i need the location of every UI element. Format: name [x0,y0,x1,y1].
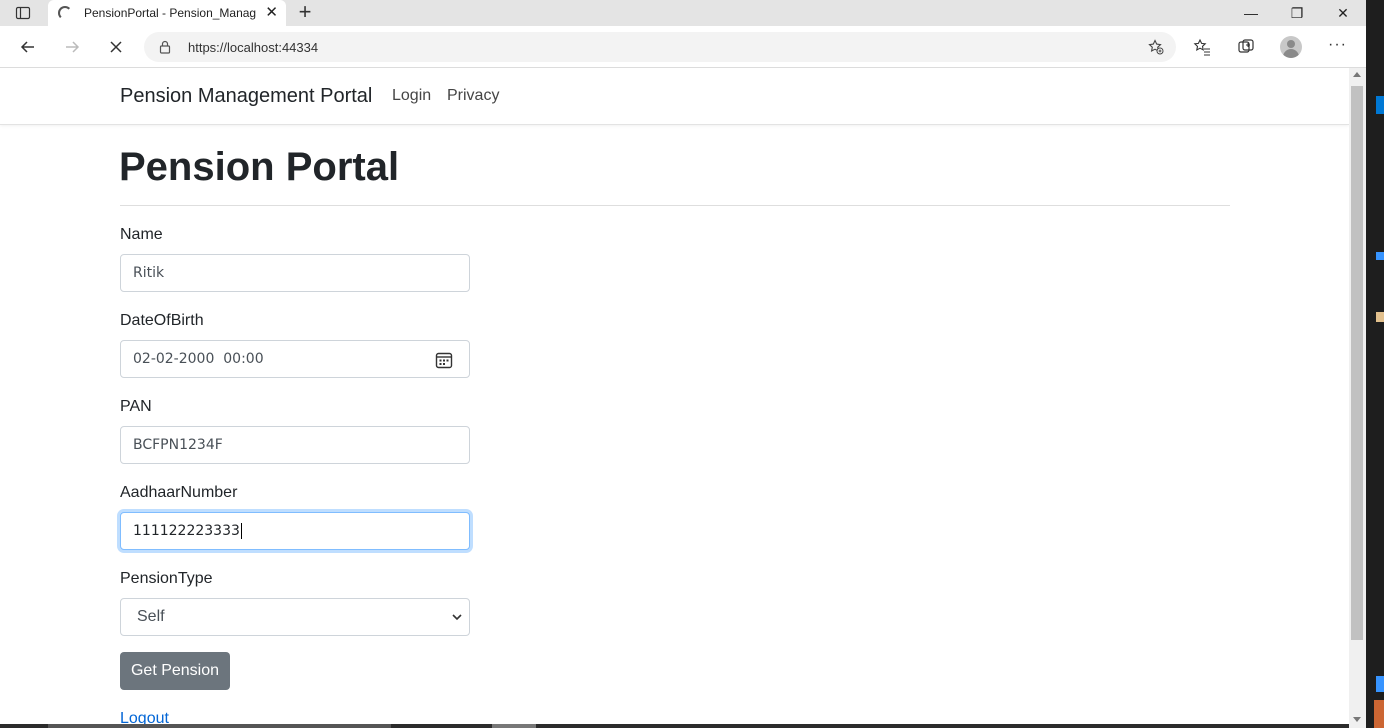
taskbar-item [48,724,391,728]
dob-label: DateOfBirth [120,312,204,329]
name-input-value: Ritik [133,265,165,281]
name-input[interactable]: Ritik [120,254,470,292]
name-label: Name [120,226,163,243]
stop-icon [110,41,122,53]
dob-input[interactable]: 02-02-2000 00:00 [120,340,470,378]
loading-spinner-icon [58,6,72,20]
restore-button[interactable]: ❐ [1274,0,1320,26]
strip-block [1376,96,1384,114]
nav-link-privacy[interactable]: Privacy [447,87,499,105]
profile-avatar[interactable] [1280,36,1302,58]
collections-icon[interactable] [1236,37,1256,57]
text-caret [240,523,242,539]
web-page: Pension Management Portal Login Privacy … [0,69,1349,728]
page-title: Pension Portal [119,145,400,189]
more-options-icon[interactable]: ··· [1328,36,1347,54]
forward-arrow-icon [66,41,80,53]
strip-block [1376,676,1384,692]
forward-button[interactable] [58,34,86,60]
back-arrow-icon [20,41,34,53]
browser-toolbar: https://localhost:44334 ··· [0,26,1366,68]
url-text[interactable]: https://localhost:44334 [188,40,318,55]
taskbar-item [492,724,536,728]
address-bar[interactable]: https://localhost:44334 [144,32,1176,62]
close-window-button[interactable]: ✕ [1320,0,1366,26]
site-navbar: Pension Management Portal Login Privacy [0,69,1349,125]
tab-title: PensionPortal - Pension_Management [84,6,256,20]
dob-input-value: 02-02-2000 00:00 [133,351,264,367]
nav-link-login[interactable]: Login [392,87,431,105]
calendar-icon[interactable] [435,351,453,369]
back-button[interactable] [14,34,42,60]
close-tab-icon[interactable]: ✕ [265,5,278,21]
scroll-down-icon[interactable] [1353,717,1361,722]
navbar-brand[interactable]: Pension Management Portal [120,85,372,108]
stop-loading-button[interactable] [102,34,130,60]
add-favorite-icon[interactable] [1148,39,1164,55]
page-scrollbar[interactable] [1349,68,1366,728]
pension-type-select[interactable]: Self [120,598,470,636]
browser-tab-bar: PensionPortal - Pension_Management ✕ + —… [0,0,1366,26]
strip-block [1376,252,1384,260]
pan-input-value: BCFPN1234F [133,437,223,453]
pension-type-label: PensionType [120,570,213,587]
aadhaar-label: AadhaarNumber [120,484,238,501]
favorites-icon[interactable] [1192,37,1212,57]
strip-block [1376,312,1384,322]
strip-block [1374,700,1384,728]
divider [120,205,1230,206]
new-tab-button[interactable]: + [294,1,316,23]
minimize-button[interactable]: — [1228,0,1274,26]
lock-icon[interactable] [158,40,172,54]
scroll-up-icon[interactable] [1353,72,1361,77]
tab-actions-icon[interactable] [8,3,38,23]
pan-label: PAN [120,398,152,415]
taskbar-edge [0,724,1349,728]
background-app-strip [1366,0,1384,728]
chevron-down-icon [452,614,462,621]
pan-input[interactable]: BCFPN1234F [120,426,470,464]
get-pension-button[interactable]: Get Pension [120,652,230,690]
window-controls: — ❐ ✕ [1228,0,1366,26]
browser-tab[interactable]: PensionPortal - Pension_Management ✕ [48,0,286,26]
pension-type-selected: Self [137,608,165,625]
aadhaar-input-value: 111122223333 [133,523,240,539]
scroll-thumb[interactable] [1351,86,1363,640]
aadhaar-input[interactable]: 111122223333 [120,512,470,550]
